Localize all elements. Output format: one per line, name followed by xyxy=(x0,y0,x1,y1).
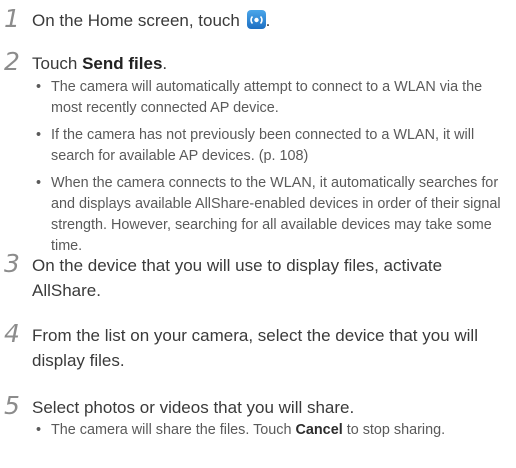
step-number: 5 xyxy=(4,391,20,420)
step-text: Touch Send files. xyxy=(32,54,168,73)
bullet-item: • The camera will automatically attempt … xyxy=(36,79,483,116)
step-number: 4 xyxy=(4,319,20,348)
step-text: From the list on your camera, select the… xyxy=(32,326,478,370)
step-number: 2 xyxy=(4,47,20,76)
bullet-item: • The camera will share the files. Touch… xyxy=(36,422,446,438)
step-number: 1 xyxy=(4,4,20,33)
step-text: On the device that you will use to displ… xyxy=(32,256,443,300)
bullet-item: • When the camera connects to the WLAN, … xyxy=(36,175,501,254)
step-number: 3 xyxy=(4,249,20,278)
step-text: Select photos or videos that you will sh… xyxy=(32,398,355,417)
bullet-item: • If the camera has not previously been … xyxy=(36,127,475,164)
allshare-wifi-icon xyxy=(246,10,266,29)
step-text: On the Home screen, touch . xyxy=(32,10,271,30)
